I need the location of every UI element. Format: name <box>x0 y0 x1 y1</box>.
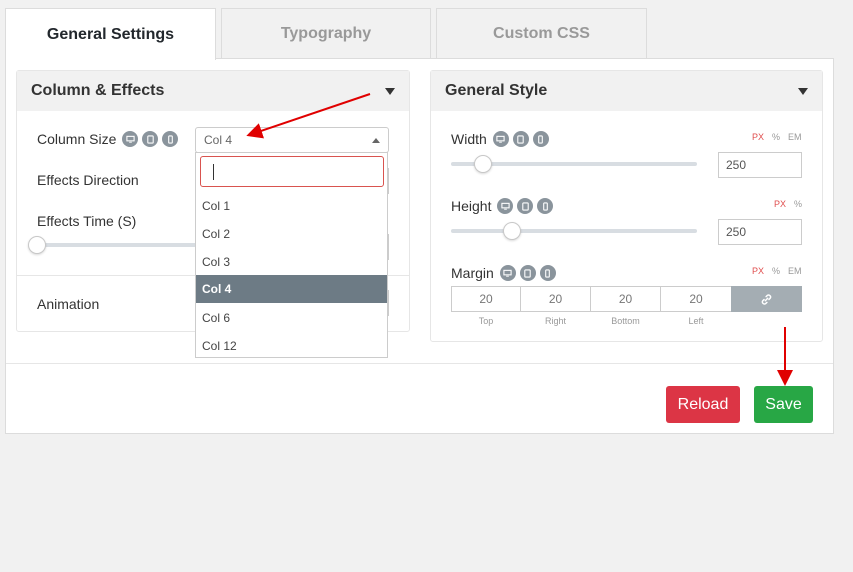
general-style-title: General Style <box>445 82 548 99</box>
width-slider-handle[interactable] <box>474 155 492 173</box>
margin-text: Margin <box>451 265 494 281</box>
margin-units: PX % EM <box>752 266 802 276</box>
margin-left-label: Left <box>688 316 704 326</box>
height-slider-handle[interactable] <box>503 222 521 240</box>
chevron-down-icon[interactable] <box>798 87 808 95</box>
desktop-icon[interactable] <box>122 131 139 147</box>
general-style-header[interactable]: General Style <box>431 71 822 111</box>
margin-label: Margin <box>451 265 556 281</box>
unit-percent[interactable]: % <box>772 266 780 276</box>
chevron-up-icon <box>372 137 380 143</box>
footer-divider <box>6 363 833 364</box>
animation-label: Animation <box>37 296 100 312</box>
reload-button[interactable]: Reload <box>666 386 740 423</box>
width-text: Width <box>451 131 487 147</box>
unit-percent[interactable]: % <box>794 199 802 209</box>
mobile-icon[interactable] <box>532 131 549 147</box>
mobile-icon[interactable] <box>162 131 179 147</box>
margin-left-input[interactable]: 20 <box>660 286 732 312</box>
tab-typography[interactable]: Typography <box>221 8 431 59</box>
column-size-text: Column Size <box>37 131 117 147</box>
link-icon <box>761 293 772 305</box>
height-units: PX % <box>774 199 802 209</box>
tablet-icon[interactable] <box>519 265 536 281</box>
dropdown-option[interactable]: Col 6 <box>196 304 387 332</box>
column-size-label: Column Size <box>37 131 179 147</box>
column-size-select[interactable]: Col 4 <box>195 127 389 153</box>
text-cursor <box>213 164 214 180</box>
desktop-icon[interactable] <box>497 198 514 214</box>
margin-bottom-label: Bottom <box>611 316 640 326</box>
margin-right-label: Right <box>544 316 566 326</box>
dropdown-option[interactable]: Col 3 <box>196 248 387 276</box>
width-units: PX % EM <box>752 132 802 142</box>
tab-general-settings[interactable]: General Settings <box>5 8 216 60</box>
save-button[interactable]: Save <box>754 386 813 423</box>
unit-em[interactable]: EM <box>788 266 802 276</box>
column-size-dropdown: Col 1 Col 2 Col 3 Col 4 Col 6 Col 12 <box>195 152 388 358</box>
column-effects-title: Column & Effects <box>31 82 165 99</box>
unit-percent[interactable]: % <box>772 132 780 142</box>
margin-top-label: Top <box>478 316 494 326</box>
dropdown-option[interactable]: Col 2 <box>196 220 387 248</box>
chevron-down-icon[interactable] <box>385 87 395 95</box>
height-text: Height <box>451 198 492 214</box>
column-effects-header[interactable]: Column & Effects <box>17 71 409 111</box>
tab-custom-css[interactable]: Custom CSS <box>436 8 647 59</box>
mobile-icon[interactable] <box>539 265 556 281</box>
dropdown-option[interactable]: Col 1 <box>196 192 387 220</box>
unit-px[interactable]: PX <box>752 266 764 276</box>
height-label: Height <box>451 198 554 214</box>
unit-px[interactable]: PX <box>752 132 764 142</box>
effects-time-slider-handle[interactable] <box>28 236 46 254</box>
effects-direction-label: Effects Direction <box>37 172 139 188</box>
dropdown-option-selected[interactable]: Col 4 <box>196 275 387 303</box>
effects-time-slider-track[interactable] <box>37 243 197 247</box>
tablet-icon[interactable] <box>517 198 534 214</box>
dropdown-search-input[interactable] <box>200 156 384 187</box>
margin-top-input[interactable]: 20 <box>451 286 521 312</box>
tablet-icon[interactable] <box>142 131 159 147</box>
dropdown-option[interactable]: Col 12 <box>196 332 387 360</box>
effects-time-label: Effects Time (S) <box>37 213 137 229</box>
width-input[interactable]: 250 <box>718 152 802 178</box>
width-label: Width <box>451 131 549 147</box>
link-values-button[interactable] <box>731 286 802 312</box>
unit-px[interactable]: PX <box>774 199 786 209</box>
margin-bottom-input[interactable]: 20 <box>590 286 661 312</box>
column-size-value: Col 4 <box>204 133 233 147</box>
tablet-icon[interactable] <box>512 131 529 147</box>
height-slider-track[interactable] <box>451 229 697 233</box>
height-input[interactable]: 250 <box>718 219 802 245</box>
mobile-icon[interactable] <box>537 198 554 214</box>
unit-em[interactable]: EM <box>788 132 802 142</box>
desktop-icon[interactable] <box>492 131 509 147</box>
margin-right-input[interactable]: 20 <box>520 286 591 312</box>
desktop-icon[interactable] <box>499 265 516 281</box>
